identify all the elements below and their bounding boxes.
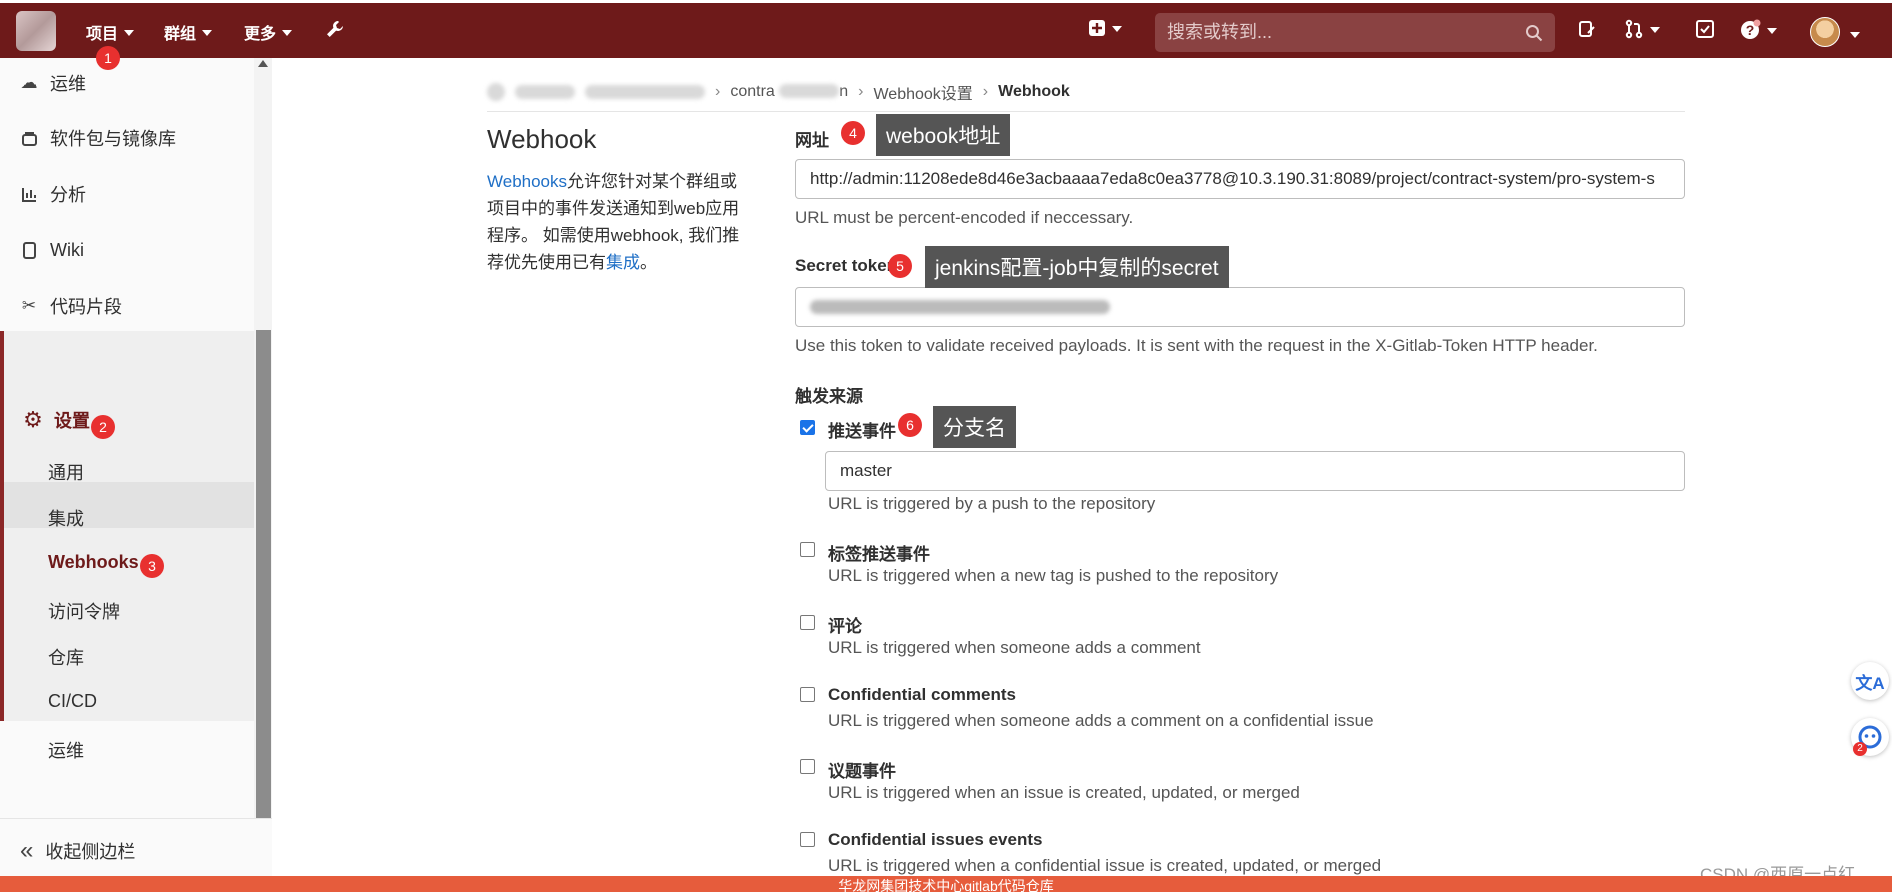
branch-filter-input[interactable]: master: [825, 451, 1685, 491]
plus-icon: [1089, 20, 1105, 36]
step-badge: 5: [888, 254, 912, 278]
group-avatar-icon: [487, 82, 505, 101]
issues-events-checkbox[interactable]: [800, 759, 815, 774]
sidebar-item-snippets[interactable]: ✂ 代码片段: [0, 281, 254, 331]
breadcrumb-subgroup-blurred[interactable]: [585, 84, 705, 99]
merge-request-icon[interactable]: [1624, 19, 1660, 39]
sidebar-subitem-operations[interactable]: 运维: [48, 737, 84, 763]
integrations-link[interactable]: 集成: [606, 253, 640, 272]
avatar[interactable]: [1810, 17, 1840, 47]
search-box[interactable]: [1155, 13, 1555, 52]
tag-push-events-checkbox[interactable]: [800, 542, 815, 557]
package-icon: [20, 129, 38, 147]
trigger-help: URL is triggered when a confidential iss…: [828, 856, 1382, 875]
trigger-help: URL is triggered when someone adds a com…: [828, 711, 1374, 730]
trigger-title: 标签推送事件: [828, 545, 930, 564]
todo-icon[interactable]: [1577, 19, 1597, 39]
confidential-issues-checkbox[interactable]: [800, 832, 815, 847]
sidebar-subitem-repository[interactable]: 仓库: [48, 644, 84, 670]
new-dropdown[interactable]: [1088, 19, 1122, 37]
nav-groups[interactable]: 群组: [164, 20, 213, 44]
trigger-title: Confidential issues events: [828, 830, 1043, 849]
gear-icon: ⚙: [23, 407, 43, 432]
step-badge: 3: [140, 554, 164, 578]
chevron-down-icon: [1850, 32, 1860, 38]
secret-token-input[interactable]: [795, 287, 1685, 327]
sidebar-item-settings[interactable]: ⚙ 设置: [4, 395, 254, 445]
sidebar-subitem-webhooks[interactable]: Webhooks: [48, 552, 139, 573]
trigger-help: URL is triggered when a new tag is pushe…: [828, 566, 1279, 585]
push-events-checkbox[interactable]: [800, 420, 815, 435]
search-icon: [1526, 24, 1543, 41]
trigger-help: URL is triggered when someone adds a com…: [828, 638, 1201, 657]
scroll-up-arrow-icon[interactable]: [258, 60, 268, 67]
step-badge: 4: [841, 121, 865, 145]
cloud-gear-icon: ☁: [20, 73, 38, 92]
breadcrumb-project[interactable]: contra n: [730, 83, 848, 101]
chevron-down-icon: [1112, 26, 1122, 32]
sidebar-subitem-general[interactable]: 通用: [48, 459, 84, 485]
nav-more[interactable]: 更多: [244, 20, 293, 44]
comments-checkbox[interactable]: [800, 615, 815, 630]
search-input[interactable]: [1167, 22, 1525, 43]
double-chevron-left-icon: «: [20, 836, 34, 864]
collapse-sidebar-button[interactable]: « 收起侧边栏: [0, 818, 272, 882]
svg-text:?: ?: [1746, 22, 1755, 38]
page-description: Webhooks允许您针对某个群组或项目中的事件发送通知到web应用程序。 如需…: [487, 172, 740, 272]
admin-wrench-icon[interactable]: [325, 19, 345, 39]
trigger-title: 推送事件: [828, 422, 896, 441]
annotation-tooltip: webook地址: [876, 114, 1011, 156]
sidebar-item-operations[interactable]: ☁ 运维: [0, 58, 254, 108]
book-icon: [20, 241, 38, 259]
assistant-count-badge: 2: [1853, 742, 1867, 756]
breadcrumb-group-blurred[interactable]: [515, 84, 575, 99]
scissors-icon: ✂: [21, 296, 37, 315]
sidebar-subitem-integrations[interactable]: 集成: [48, 505, 84, 531]
trigger-label: 触发来源: [795, 387, 863, 406]
breadcrumb: › contra n › Webhook设置 › Webhook: [487, 72, 1685, 112]
annotation-tooltip: 分支名: [933, 406, 1016, 448]
trigger-title: Confidential comments: [828, 685, 1016, 704]
assistant-icon[interactable]: 2: [1851, 718, 1889, 756]
url-input[interactable]: http://admin:11208ede8d46e3acbaaaa7eda8c…: [795, 159, 1685, 199]
step-badge: 2: [91, 415, 115, 439]
confidential-comments-checkbox[interactable]: [800, 687, 815, 702]
webhooks-doc-link[interactable]: Webhooks: [487, 172, 567, 191]
sidebar-subitem-access-tokens[interactable]: 访问令牌: [48, 598, 120, 624]
gitlab-logo[interactable]: [16, 11, 56, 51]
sidebar-item-wiki[interactable]: Wiki: [0, 225, 254, 275]
breadcrumb-current: Webhook: [998, 82, 1070, 100]
sidebar-scroll-thumb[interactable]: [256, 330, 271, 818]
active-row-highlight: [4, 482, 254, 528]
masked-token: [810, 300, 1110, 314]
chevron-down-icon: [1650, 27, 1660, 33]
chevron-down-icon: [282, 30, 293, 36]
annotation-tooltip: jenkins配置-job中复制的secret: [925, 246, 1229, 288]
help-icon[interactable]: ?: [1739, 19, 1777, 41]
checkbox-icon[interactable]: [1695, 19, 1715, 39]
trigger-help: URL is triggered when an issue is create…: [828, 783, 1300, 802]
nav-projects[interactable]: 项目: [86, 20, 135, 44]
sidebar-subitem-cicd[interactable]: CI/CD: [48, 691, 97, 712]
step-badge: 6: [898, 413, 922, 437]
chevron-down-icon: [124, 30, 135, 36]
chart-icon: [20, 185, 38, 203]
sidebar-item-analytics[interactable]: 分析: [0, 169, 254, 219]
top-navbar: 项目 群组 更多 ?: [0, 0, 1892, 58]
secret-token-help: Use this token to validate received payl…: [795, 336, 1598, 355]
breadcrumb-webhook-settings[interactable]: Webhook设置: [873, 80, 972, 104]
trigger-help: URL is triggered by a push to the reposi…: [828, 494, 1156, 513]
secret-token-label: Secret token: [795, 256, 898, 275]
page-title: Webhook: [487, 124, 597, 154]
url-label: 网址: [795, 131, 829, 150]
translate-icon[interactable]: 文A: [1851, 662, 1889, 700]
footer-banner: 华龙网集团技术中心gitlab代码仓库: [0, 876, 1892, 892]
trigger-title: 议题事件: [828, 762, 896, 781]
url-help: URL must be percent-encoded if neccessar…: [795, 208, 1134, 227]
chevron-down-icon: [202, 30, 213, 36]
step-badge: 1: [96, 46, 120, 70]
trigger-title: 评论: [828, 617, 862, 636]
chevron-down-icon: [1767, 28, 1777, 34]
sidebar-item-packages[interactable]: 软件包与镜像库: [0, 113, 254, 163]
